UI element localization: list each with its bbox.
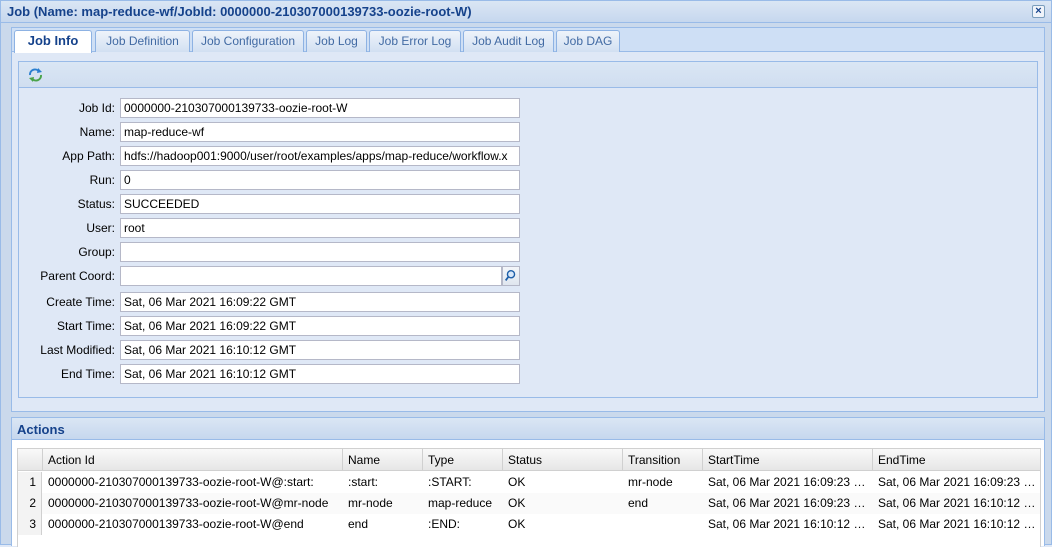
field-name: Name:	[19, 122, 1037, 142]
refresh-icon[interactable]	[27, 67, 45, 83]
column-header-transition[interactable]: Transition	[623, 449, 703, 471]
table-row[interactable]: 1 0000000-210307000139733-oozie-root-W@:…	[18, 472, 1040, 493]
column-header-action-id[interactable]: Action Id	[43, 449, 343, 471]
job-id-input[interactable]	[120, 98, 520, 118]
field-group: Group:	[19, 242, 1037, 262]
cell-start-time: Sat, 06 Mar 2021 16:09:23 GMT	[708, 475, 868, 489]
start-time-input[interactable]	[120, 316, 520, 336]
cell-action-id: 0000000-210307000139733-oozie-root-W@:st…	[48, 475, 314, 489]
field-end-time: End Time:	[19, 364, 1037, 384]
column-header-type[interactable]: Type	[423, 449, 503, 471]
field-last-modified: Last Modified:	[19, 340, 1037, 360]
start-time-label: Start Time:	[56, 319, 115, 333]
cell-type: :START:	[428, 475, 472, 489]
magnifier-icon	[504, 269, 516, 281]
cell-type: map-reduce	[428, 496, 493, 510]
name-input[interactable]	[120, 122, 520, 142]
tab-job-definition[interactable]: Job Definition	[95, 30, 190, 52]
field-app-path: App Path:	[19, 146, 1037, 166]
field-create-time: Create Time:	[19, 292, 1037, 312]
actions-panel: Actions Action Id Name Type Status Trans…	[11, 417, 1045, 547]
cell-transition	[623, 514, 703, 535]
group-label: Group:	[78, 245, 115, 259]
field-parent-coord: Parent Coord:	[19, 266, 1037, 286]
field-status: Status:	[19, 194, 1037, 214]
cell-name: mr-node	[348, 496, 393, 510]
cell-status: OK	[508, 517, 526, 531]
cell-transition: mr-node	[628, 475, 673, 489]
tab-job-audit-log[interactable]: Job Audit Log	[463, 30, 554, 52]
tab-job-configuration[interactable]: Job Configuration	[192, 30, 304, 52]
table-row[interactable]: 2 0000000-210307000139733-oozie-root-W@m…	[18, 493, 1040, 514]
cell-action-id: 0000000-210307000139733-oozie-root-W@end	[48, 517, 304, 531]
table-row[interactable]: 3 0000000-210307000139733-oozie-root-W@e…	[18, 514, 1040, 535]
tab-job-info[interactable]: Job Info	[14, 30, 92, 53]
job-info-panel: Job Id: Name: App Path: Run: Status: Use…	[18, 61, 1038, 398]
app-path-input[interactable]	[120, 146, 520, 166]
cell-end-time: Sat, 06 Mar 2021 16:09:23 GMT	[878, 475, 1038, 489]
parent-coord-input[interactable]	[120, 266, 502, 286]
cell-action-id: 0000000-210307000139733-oozie-root-W@mr-…	[48, 496, 329, 510]
name-label: Name:	[79, 125, 115, 139]
actions-grid: Action Id Name Type Status Transition St…	[17, 448, 1041, 547]
parent-coord-search-button[interactable]	[502, 266, 520, 286]
job-info-toolbar	[19, 62, 1037, 88]
close-icon[interactable]: ×	[1032, 5, 1045, 18]
actions-title: Actions	[17, 422, 65, 437]
window-title: Job (Name: map-reduce-wf/JobId: 0000000-…	[7, 4, 472, 19]
row-number: 2	[18, 493, 42, 514]
field-start-time: Start Time:	[19, 316, 1037, 336]
end-time-label: End Time:	[60, 367, 115, 381]
column-header-start-time[interactable]: StartTime	[703, 449, 873, 471]
tab-strip: Job Info Job Definition Job Configuratio…	[12, 28, 1044, 53]
user-input[interactable]	[120, 218, 520, 238]
tab-job-dag[interactable]: Job DAG	[556, 30, 620, 52]
tab-job-error-log[interactable]: Job Error Log	[369, 30, 461, 52]
cell-status: OK	[508, 475, 526, 489]
tab-job-log[interactable]: Job Log	[306, 30, 367, 52]
cell-name: :start:	[348, 475, 379, 489]
grid-header: Action Id Name Type Status Transition St…	[18, 449, 1040, 471]
parent-coord-label: Parent Coord:	[40, 269, 115, 283]
field-run: Run:	[19, 170, 1037, 190]
job-id-label: Job Id:	[78, 101, 115, 115]
group-input[interactable]	[120, 242, 520, 262]
status-input[interactable]	[120, 194, 520, 214]
column-header-end-time[interactable]: EndTime	[873, 449, 1040, 471]
end-time-input[interactable]	[120, 364, 520, 384]
cell-status: OK	[508, 496, 526, 510]
column-header-name[interactable]: Name	[343, 449, 423, 471]
job-window: Job (Name: map-reduce-wf/JobId: 0000000-…	[0, 0, 1052, 547]
job-tab-panel: Job Info Job Definition Job Configuratio…	[11, 27, 1045, 412]
run-label: Run:	[89, 173, 115, 187]
actions-header: Actions	[12, 418, 1044, 440]
window-titlebar[interactable]: Job (Name: map-reduce-wf/JobId: 0000000-…	[1, 1, 1051, 23]
cell-transition: end	[628, 496, 649, 510]
last-modified-input[interactable]	[120, 340, 520, 360]
cell-name: end	[348, 517, 369, 531]
cell-end-time: Sat, 06 Mar 2021 16:10:12 GMT	[878, 496, 1038, 510]
cell-end-time: Sat, 06 Mar 2021 16:10:12 GMT	[878, 517, 1038, 531]
create-time-label: Create Time:	[46, 295, 115, 309]
row-number: 3	[18, 514, 42, 535]
rownum-header	[18, 449, 43, 471]
cell-start-time: Sat, 06 Mar 2021 16:09:23 GMT	[708, 496, 868, 510]
app-path-label: App Path:	[62, 149, 115, 163]
field-user: User:	[19, 218, 1037, 238]
field-job-id: Job Id:	[19, 98, 1037, 118]
status-label: Status:	[77, 197, 115, 211]
last-modified-label: Last Modified:	[40, 343, 115, 357]
cell-type: :END:	[428, 517, 461, 531]
row-number: 1	[18, 472, 42, 493]
create-time-input[interactable]	[120, 292, 520, 312]
cell-start-time: Sat, 06 Mar 2021 16:10:12 GMT	[708, 517, 868, 531]
run-input[interactable]	[120, 170, 520, 190]
user-label: User:	[86, 221, 115, 235]
column-header-status[interactable]: Status	[503, 449, 623, 471]
